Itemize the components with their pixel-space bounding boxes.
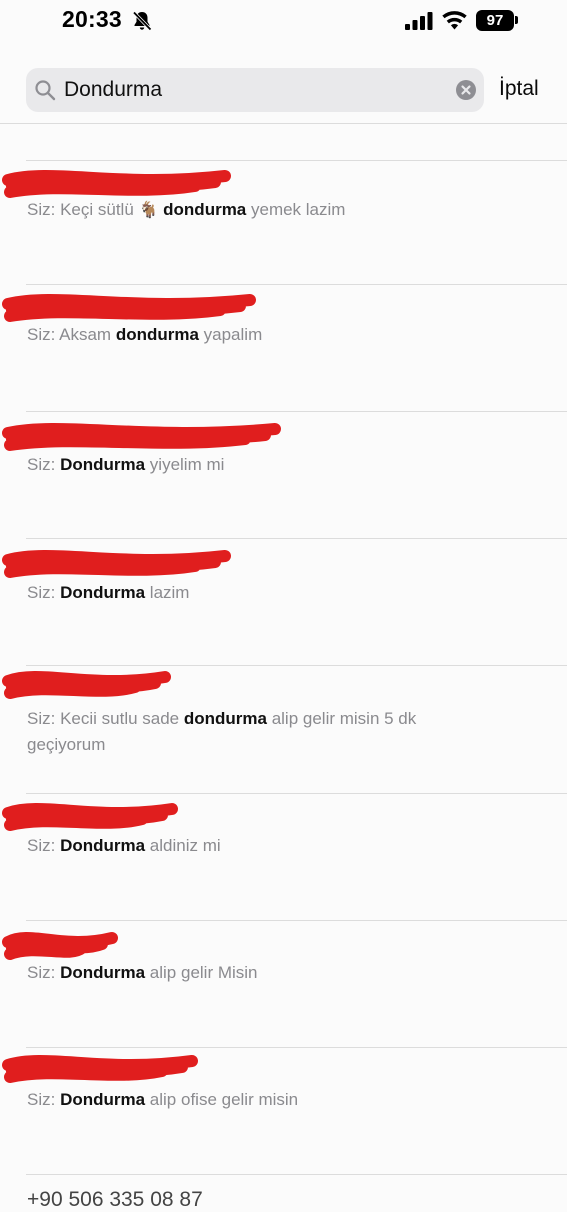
snippet-text: alip ofise gelir misin: [145, 1090, 299, 1109]
sender-prefix: Siz:: [27, 963, 56, 982]
result-row[interactable]: Siz: Aksam dondurma yapalim: [0, 284, 567, 411]
result-row[interactable]: Siz: Dondurma lazim: [0, 538, 567, 665]
sender-prefix: Siz:: [27, 200, 56, 219]
snippet-text: yiyelim mi: [145, 455, 225, 474]
sender-prefix: Siz:: [27, 325, 56, 344]
sender-prefix: Siz:: [27, 836, 56, 855]
search-match-highlight: Dondurma: [60, 583, 146, 602]
sender-prefix: Siz:: [27, 1090, 56, 1109]
search-field[interactable]: [26, 68, 484, 112]
message-snippet: Siz: Dondurma alip gelir Misin: [27, 960, 457, 986]
snippet-text: Kecii sutlu sade: [55, 709, 184, 728]
search-match-highlight: dondurma: [183, 709, 267, 728]
clear-x-glyph: [461, 85, 471, 95]
search-match-highlight: Dondurma: [60, 455, 146, 474]
search-match-highlight: Dondurma: [60, 1090, 146, 1109]
redaction-scribble: [2, 550, 231, 578]
bell-slash-icon: [132, 11, 152, 31]
message-snippet: Siz: Dondurma alip ofise gelir misin: [27, 1087, 457, 1113]
redaction-scribble: [2, 671, 171, 699]
result-row[interactable]: Siz: Kecii sutlu sade dondurma alip geli…: [0, 665, 567, 792]
result-row[interactable]: Siz: Dondurma aldiniz mi: [0, 793, 567, 920]
sender-prefix: Siz:: [27, 583, 56, 602]
redaction-scribble: [2, 423, 281, 451]
cellular-signal-icon: [405, 12, 433, 30]
message-snippet: Siz: Keçi sütlü 🐐 dondurma yemek lazim: [27, 197, 457, 224]
search-row: İptal: [0, 60, 567, 120]
snippet-text: Aksam: [55, 325, 116, 344]
row-divider: [26, 1174, 567, 1175]
snippet-text: alip gelir Misin: [145, 963, 258, 982]
result-row[interactable]: Siz: Dondurma alip gelir Misin: [0, 920, 567, 1047]
search-match-highlight: dondurma: [115, 325, 199, 344]
header-divider: [0, 123, 567, 124]
wifi-icon: [442, 11, 467, 30]
snippet-text: lazim: [145, 583, 190, 602]
snippet-text: Keçi sütlü: [55, 200, 139, 219]
sender-prefix: Siz:: [27, 455, 56, 474]
battery-tip: [515, 16, 518, 24]
battery-indicator: 97: [476, 10, 514, 31]
search-input[interactable]: [64, 68, 444, 112]
message-snippet: Siz: Kecii sutlu sade dondurma alip geli…: [27, 706, 457, 758]
redaction-scribble: [2, 932, 118, 960]
search-match-highlight: Dondurma: [60, 963, 146, 982]
sender-prefix: Siz:: [27, 709, 56, 728]
clear-x-icon[interactable]: [456, 80, 476, 100]
status-bar: 20:33 97: [0, 0, 567, 44]
search-match-highlight: Dondurma: [60, 836, 146, 855]
result-row[interactable]: Siz: Dondurma alip ofise gelir misin: [0, 1047, 567, 1174]
snippet-text: yemek lazim: [246, 200, 346, 219]
result-row[interactable]: Siz: Dondurma yiyelim mi: [0, 411, 567, 538]
search-match-highlight: dondurma: [163, 200, 247, 219]
status-time: 20:33: [62, 6, 122, 32]
message-snippet: Siz: Dondurma yiyelim mi: [27, 452, 457, 478]
message-snippet: Siz: Dondurma lazim: [27, 580, 457, 606]
snippet-text: yapalim: [198, 325, 263, 344]
redaction-scribble: [2, 1055, 198, 1083]
message-snippet: Siz: Dondurma aldiniz mi: [27, 833, 457, 859]
redaction-scribble: [2, 803, 178, 831]
result-row[interactable]: Siz: Keçi sütlü 🐐 dondurma yemek lazim: [0, 160, 567, 287]
cancel-button[interactable]: İptal: [499, 77, 539, 101]
partial-result-title[interactable]: +90 506 335 08 87: [27, 1188, 203, 1212]
message-snippet: Siz: Aksam dondurma yapalim: [27, 322, 457, 348]
goat-emoji: 🐐: [138, 202, 159, 219]
magnifying-glass-icon: [35, 80, 56, 101]
snippet-text: aldiniz mi: [145, 836, 221, 855]
